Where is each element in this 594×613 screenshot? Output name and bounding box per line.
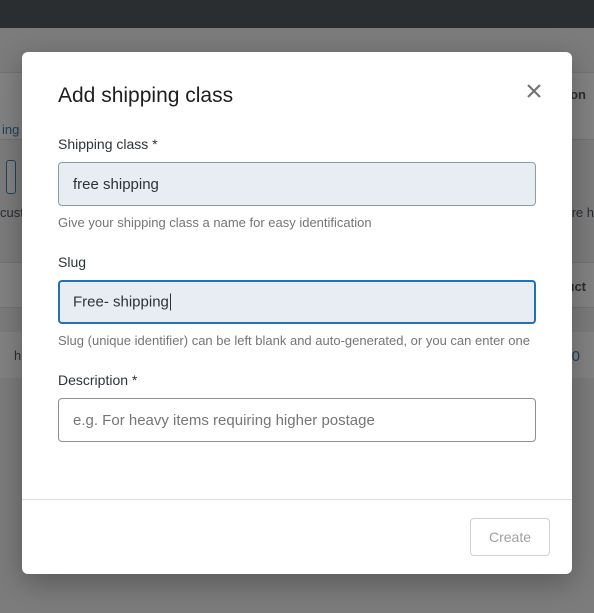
shipping-class-input[interactable] <box>58 162 536 206</box>
field-slug: Slug Free- shipping Slug (unique identif… <box>58 254 536 350</box>
close-button[interactable] <box>520 78 548 106</box>
shipping-class-label: Shipping class * <box>58 136 536 152</box>
add-shipping-class-modal: Add shipping class Shipping class * Give… <box>22 52 572 574</box>
field-description: Description * <box>58 372 536 442</box>
shipping-class-help: Give your shipping class a name for easy… <box>58 214 536 232</box>
modal-body: Add shipping class Shipping class * Give… <box>22 52 572 499</box>
modal-footer: Create <box>22 499 572 574</box>
slug-help: Slug (unique identifier) can be left bla… <box>58 332 536 350</box>
slug-label: Slug <box>58 254 536 270</box>
modal-title: Add shipping class <box>58 84 536 108</box>
close-icon <box>526 83 542 102</box>
create-button[interactable]: Create <box>470 518 550 556</box>
description-label: Description * <box>58 372 536 388</box>
slug-input[interactable] <box>58 280 536 324</box>
field-shipping-class: Shipping class * Give your shipping clas… <box>58 136 536 232</box>
description-input[interactable] <box>58 398 536 442</box>
